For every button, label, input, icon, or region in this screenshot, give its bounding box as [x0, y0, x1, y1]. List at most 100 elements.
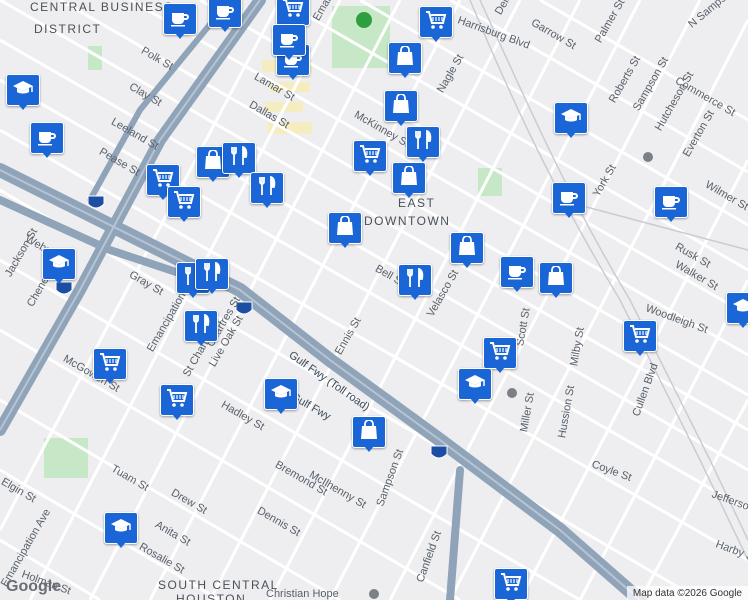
marker-pointer — [208, 176, 218, 182]
map-marker-shopping-bag[interactable] — [328, 212, 362, 248]
map-marker-school[interactable] — [554, 102, 588, 138]
map-marker-coffee[interactable] — [163, 3, 197, 39]
shopping-bag-icon — [202, 148, 224, 175]
marker-pointer — [551, 292, 561, 298]
map-marker-shopping-bag[interactable] — [384, 90, 418, 126]
school-icon — [270, 382, 292, 407]
label-downtown: DOWNTOWN — [364, 214, 451, 228]
map-marker-grocery-cart[interactable] — [483, 337, 517, 373]
restaurant-icon — [404, 267, 426, 293]
map-marker-grocery-cart[interactable] — [353, 140, 387, 176]
marker-badge — [328, 212, 362, 244]
shopping-bag-icon — [394, 44, 416, 71]
map-marker-shopping-bag[interactable] — [352, 416, 386, 452]
map-marker-coffee[interactable] — [552, 182, 586, 218]
map-canvas[interactable]: CENTRAL BUSINESS DISTRICT EAST DOWNTOWN … — [0, 0, 748, 600]
label-central-business: CENTRAL BUSINESS — [30, 0, 174, 14]
interstate-45-shield-3 — [430, 445, 448, 459]
coffee-icon — [506, 260, 528, 285]
grocery-cart-icon — [99, 352, 121, 377]
map-marker-restaurant[interactable] — [184, 310, 218, 346]
marker-pointer — [365, 170, 375, 176]
map-marker-coffee[interactable] — [30, 122, 64, 158]
marker-pointer — [400, 72, 410, 78]
marker-pointer — [179, 216, 189, 222]
marker-pointer — [431, 36, 441, 42]
map-marker-school[interactable] — [6, 74, 40, 110]
marker-badge — [93, 348, 127, 380]
marker-badge — [654, 186, 688, 218]
coffee-icon — [558, 186, 580, 211]
marker-badge — [419, 6, 453, 38]
marker-badge — [554, 102, 588, 134]
marker-pointer — [188, 292, 198, 298]
map-marker-grocery-cart[interactable] — [623, 320, 657, 356]
marker-pointer — [495, 367, 505, 373]
marker-badge — [353, 140, 387, 172]
map-marker-school[interactable] — [42, 248, 76, 284]
marker-pointer — [116, 542, 126, 548]
map-marker-school[interactable] — [458, 368, 492, 404]
map-marker-restaurant[interactable] — [195, 258, 229, 294]
map-marker-school[interactable] — [104, 512, 138, 548]
marker-badge — [276, 0, 310, 26]
marker-badge — [623, 320, 657, 352]
marker-pointer — [54, 278, 64, 284]
shopping-bag-icon — [390, 92, 412, 119]
shopping-bag-icon — [334, 214, 356, 241]
school-icon — [732, 296, 748, 321]
grocery-cart-icon — [500, 572, 522, 597]
marker-pointer — [470, 398, 480, 404]
label-houston: HOUSTON — [176, 592, 247, 600]
map-attribution-bar: Map data ©2026 Google — [626, 586, 748, 600]
coffee-icon — [36, 126, 58, 151]
marker-pointer — [207, 288, 217, 294]
grocery-cart-icon — [629, 324, 651, 349]
marker-badge — [184, 310, 218, 342]
map-marker-coffee[interactable] — [500, 256, 534, 292]
marker-badge — [726, 292, 748, 324]
marker-pointer — [276, 408, 286, 414]
marker-pointer — [512, 286, 522, 292]
map-marker-coffee[interactable] — [272, 24, 306, 60]
map-marker-grocery-cart[interactable] — [93, 348, 127, 384]
map-marker-school[interactable] — [264, 378, 298, 414]
coffee-icon — [169, 7, 191, 32]
marker-pointer — [666, 216, 676, 222]
map-marker-grocery-cart[interactable] — [419, 6, 453, 42]
grocery-cart-icon — [173, 190, 195, 215]
marker-badge — [398, 264, 432, 296]
marker-pointer — [42, 152, 52, 158]
grocery-cart-icon — [489, 341, 511, 366]
school-icon — [110, 516, 132, 541]
marker-badge — [483, 337, 517, 369]
map-marker-grocery-cart[interactable] — [160, 384, 194, 420]
marker-badge — [222, 142, 256, 174]
map-marker-shopping-bag[interactable] — [388, 42, 422, 78]
marker-pointer — [105, 378, 115, 384]
street-label: Christian Hope — [266, 588, 339, 600]
marker-pointer — [396, 120, 406, 126]
marker-badge — [392, 162, 426, 194]
map-marker-restaurant[interactable] — [222, 142, 256, 178]
map-marker-grocery-cart[interactable] — [494, 568, 528, 600]
map-marker-coffee[interactable] — [208, 0, 242, 32]
map-marker-school[interactable] — [726, 292, 748, 328]
marker-badge — [500, 256, 534, 288]
map-marker-grocery-cart[interactable] — [167, 186, 201, 222]
map-marker-coffee[interactable] — [654, 186, 688, 222]
map-marker-shopping-bag[interactable] — [392, 162, 426, 198]
map-marker-shopping-bag[interactable] — [450, 232, 484, 268]
restaurant-icon — [190, 313, 212, 339]
shopping-bag-icon — [358, 418, 380, 445]
map-marker-restaurant[interactable] — [250, 172, 284, 208]
marker-pointer — [566, 132, 576, 138]
marker-pointer — [738, 322, 748, 328]
marker-badge — [42, 248, 76, 280]
map-marker-restaurant[interactable] — [406, 126, 440, 162]
marker-badge — [160, 384, 194, 416]
map-marker-restaurant[interactable] — [398, 264, 432, 300]
map-marker-shopping-bag[interactable] — [539, 262, 573, 298]
shopping-bag-icon — [545, 264, 567, 291]
label-east: EAST — [398, 196, 436, 210]
